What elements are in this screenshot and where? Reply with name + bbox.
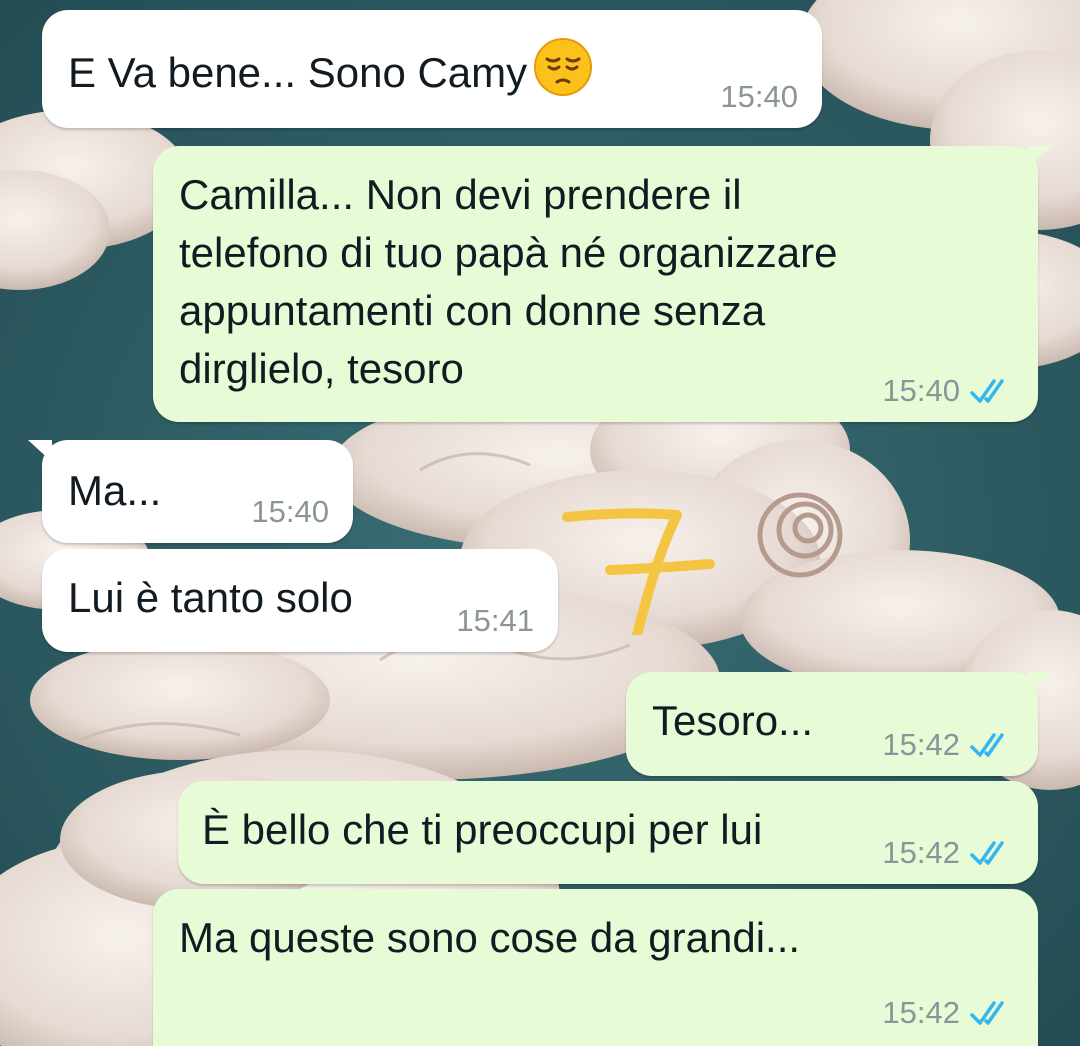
message-bubble-incoming[interactable]: Lui è tanto solo 15:41: [42, 549, 558, 652]
message-meta: 15:40: [720, 80, 798, 114]
read-double-check-icon: [970, 731, 1014, 759]
message-meta: 15:42: [882, 836, 1014, 870]
message-bubble-outgoing[interactable]: Camilla... Non devi prendere il telefono…: [153, 146, 1052, 422]
message-text: Ma queste sono cose da grandi...: [179, 914, 801, 961]
read-double-check-icon: [970, 377, 1014, 405]
message-time: 15:41: [456, 603, 534, 638]
message-bubble-incoming[interactable]: E Va bene... Sono Camy 15:40: [42, 10, 822, 128]
yellow-scribble-annotation: [562, 508, 715, 635]
message-text: È bello che ti preoccupi per lui: [202, 806, 763, 853]
message-time: 15:40: [720, 79, 798, 114]
message-meta: 15:40: [882, 374, 1014, 408]
message-time: 15:40: [882, 373, 960, 408]
read-double-check-icon: [970, 839, 1014, 867]
message-meta: 15:42: [882, 996, 1014, 1030]
message-bubble-incoming[interactable]: Ma... 15:40: [28, 440, 353, 543]
message-text: Ma...: [68, 467, 162, 514]
message-bubble-outgoing[interactable]: È bello che ti preoccupi per lui 15:42: [178, 781, 1038, 884]
message-bubble-outgoing[interactable]: Tesoro... 15:42: [626, 672, 1052, 776]
message-time: 15:40: [251, 494, 329, 529]
message-time: 15:42: [882, 995, 960, 1030]
message-text: E Va bene... Sono Camy: [68, 37, 593, 102]
message-text: Lui è tanto solo: [68, 574, 353, 621]
message-meta: 15:41: [456, 604, 534, 638]
pensive-face-emoji-icon: [534, 38, 593, 96]
message-time: 15:42: [882, 835, 960, 870]
message-time: 15:42: [882, 727, 960, 762]
message-text: Camilla... Non devi prendere il telefono…: [179, 171, 838, 392]
message-meta: 15:40: [251, 495, 329, 529]
message-text: Tesoro...: [652, 697, 814, 744]
message-meta: 15:42: [882, 728, 1014, 762]
message-bubble-outgoing[interactable]: Ma queste sono cose da grandi... 15:42: [153, 889, 1038, 1046]
read-double-check-icon: [970, 999, 1014, 1027]
